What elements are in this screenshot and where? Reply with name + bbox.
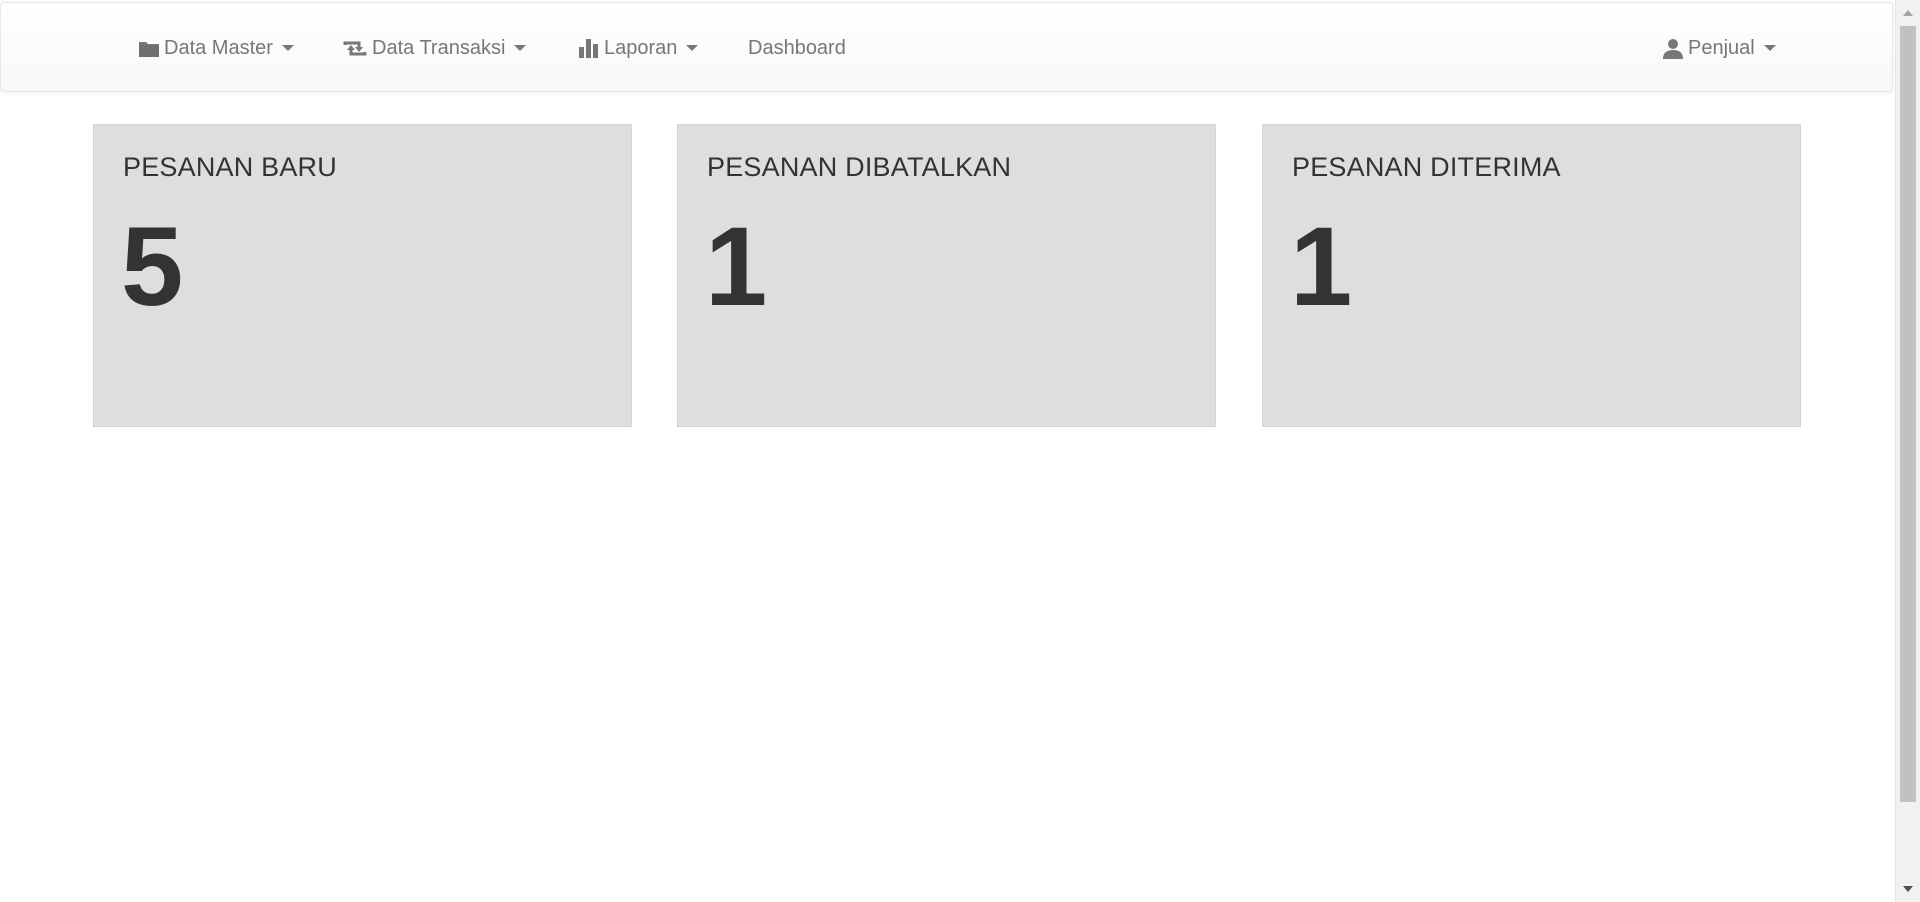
card-title: PESANAN BARU: [123, 152, 337, 182]
card-pesanan-diterima: PESANAN DITERIMA 1: [1262, 124, 1801, 427]
user-icon: [1662, 38, 1684, 59]
chevron-down-icon: [281, 45, 294, 51]
nav-data-transaksi[interactable]: Data Transaksi: [342, 3, 527, 93]
nav-user-label: Penjual: [1688, 36, 1755, 59]
retweet-icon: [342, 39, 368, 58]
nav-dashboard-label: Dashboard: [748, 36, 846, 59]
page: Data Master Data Transaksi Laporan Dashb…: [0, 0, 1920, 902]
card-value: 5: [121, 204, 184, 329]
nav-user-menu[interactable]: Penjual: [1662, 3, 1776, 93]
card-title: PESANAN DITERIMA: [1292, 152, 1561, 182]
chevron-down-icon: [1763, 45, 1776, 51]
scroll-down-arrow-icon[interactable]: [1903, 886, 1913, 892]
card-value: 1: [1290, 204, 1353, 329]
nav-laporan-label: Laporan: [604, 36, 678, 59]
chevron-down-icon: [514, 45, 527, 51]
folder-icon: [138, 39, 160, 58]
card-pesanan-dibatalkan: PESANAN DIBATALKAN 1: [677, 124, 1216, 427]
nav-laporan[interactable]: Laporan: [578, 3, 699, 93]
card-pesanan-baru: PESANAN BARU 5: [93, 124, 632, 427]
card-title: PESANAN DIBATALKAN: [707, 152, 1012, 182]
vertical-scrollbar[interactable]: [1895, 0, 1920, 902]
nav-data-master[interactable]: Data Master: [138, 3, 294, 93]
card-value: 1: [705, 204, 768, 329]
nav-data-transaksi-label: Data Transaksi: [372, 36, 506, 59]
nav-dashboard[interactable]: Dashboard: [748, 3, 846, 93]
scrollbar-thumb[interactable]: [1900, 26, 1916, 802]
nav-data-master-label: Data Master: [164, 36, 273, 59]
chevron-down-icon: [686, 45, 699, 51]
top-navbar: Data Master Data Transaksi Laporan Dashb…: [0, 2, 1893, 92]
bar-chart-icon: [578, 38, 600, 58]
scroll-up-arrow-icon[interactable]: [1903, 10, 1913, 16]
